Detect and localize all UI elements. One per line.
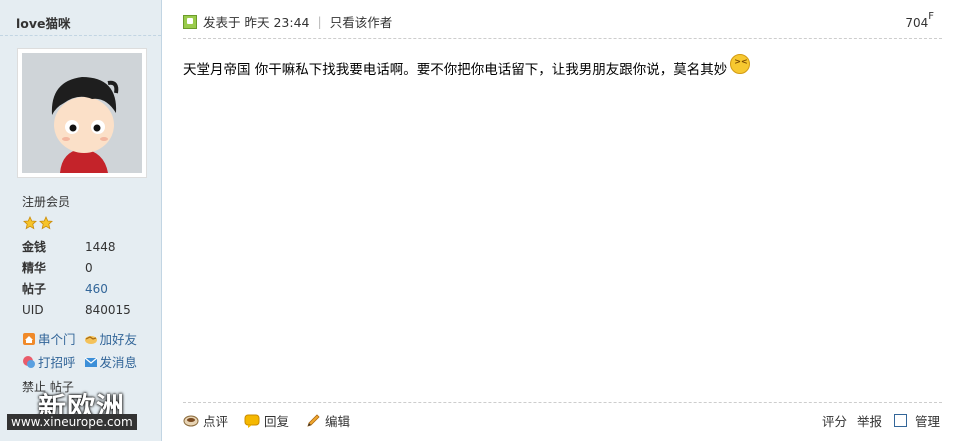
user-header: love猫咪 [0, 0, 161, 36]
avatar[interactable] [22, 53, 142, 173]
posted-label: 发表于 [203, 15, 241, 30]
add-friend-label: 加好友 [99, 332, 138, 347]
rate-button[interactable]: 评分 [822, 411, 847, 430]
post-text: 天堂月帝国 你干嘛私下找我要电话啊。要不你把你电话留下，让我男朋友跟你说，莫名其… [183, 62, 728, 78]
smiley-icon [730, 54, 751, 74]
stat-value: 1448 [85, 240, 116, 254]
stat-label: 金钱 [22, 240, 47, 254]
post-header: 发表于 昨天 23:44 | 只看该作者 [183, 12, 392, 31]
edit-label: 编辑 [325, 414, 351, 429]
star-icon [23, 216, 37, 230]
floor-number-value: 704 [905, 16, 929, 30]
comment-label: 点评 [203, 414, 229, 429]
post-content: 天堂月帝国 你干嘛私下找我要电话啊。要不你把你电话留下，让我男朋友跟你说，莫名其… [183, 54, 751, 78]
speech-bubble-icon [244, 414, 260, 428]
reply-button[interactable]: 回复 [244, 411, 289, 430]
divider: | [317, 14, 322, 29]
star-icon [39, 216, 53, 230]
stat-row-digest: 精华 0 [22, 260, 131, 281]
visit-label: 串个门 [38, 332, 76, 347]
post-body: 发表于 昨天 23:44 | 只看该作者 704F 天堂月帝国 你干嘛私下找我要… [163, 0, 960, 441]
coffee-cup-icon [183, 415, 199, 426]
stat-value: 0 [85, 261, 93, 275]
stat-row-money: 金钱 1448 [22, 239, 131, 260]
watermark-url: www.xineurope.com [7, 414, 137, 430]
handshake-icon [84, 335, 97, 344]
comment-button[interactable]: 点评 [183, 411, 228, 430]
action-row: 串个门 加好友 [22, 327, 157, 350]
avatar-frame[interactable] [17, 48, 147, 178]
posted-time: 昨天 23:44 [244, 15, 310, 30]
rank-stars [23, 216, 53, 230]
manage-label[interactable]: 管理 [915, 411, 940, 430]
send-message-button[interactable]: 发消息 [84, 352, 138, 371]
header-divider [183, 38, 942, 39]
user-stats: 金钱 1448 精华 0 帖子 460 UID 840015 [22, 239, 131, 323]
visit-button[interactable]: 串个门 [22, 329, 76, 348]
footer-divider [183, 402, 942, 403]
post-footer-actions: 点评 回复 编辑 [183, 411, 366, 430]
home-icon [23, 332, 35, 345]
stat-row-posts: 帖子 460 [22, 281, 131, 302]
stat-row-uid: UID 840015 [22, 302, 131, 323]
stat-label: 帖子 [22, 282, 47, 296]
stat-value: 840015 [85, 303, 131, 317]
site-watermark: 新欧洲 www.xineurope.com [0, 386, 162, 441]
posts-count-link[interactable]: 460 [85, 281, 108, 302]
post-footer-tools: 评分 举报 管理 [812, 411, 940, 430]
wave-icon [23, 355, 35, 368]
user-group: 注册会员 [22, 195, 71, 209]
mail-icon [84, 357, 97, 367]
only-author-link[interactable]: 只看该作者 [330, 12, 393, 31]
add-friend-button[interactable]: 加好友 [84, 329, 138, 348]
report-button[interactable]: 举报 [857, 411, 882, 430]
online-status-icon [183, 14, 197, 29]
greet-button[interactable]: 打招呼 [22, 352, 76, 371]
stat-label: 精华 [22, 261, 47, 275]
send-message-label: 发消息 [99, 355, 138, 370]
user-actions: 串个门 加好友 打招呼 发消息 [22, 327, 157, 373]
manage-checkbox[interactable] [893, 414, 907, 427]
greet-label: 打招呼 [38, 355, 76, 370]
edit-button[interactable]: 编辑 [305, 411, 350, 430]
pencil-icon [307, 413, 320, 427]
action-row: 打招呼 发消息 [22, 350, 157, 373]
floor-number[interactable]: 704F [905, 11, 934, 30]
username[interactable]: love猫咪 [16, 16, 71, 31]
floor-suffix: F [928, 11, 934, 22]
stat-label: UID [22, 303, 44, 317]
user-sidebar: love猫咪 注册会员 金钱 1448 精华 0 帖子 460 UID 8400… [0, 0, 162, 441]
reply-label: 回复 [264, 414, 290, 429]
avatar-cartoon-image [22, 53, 142, 173]
